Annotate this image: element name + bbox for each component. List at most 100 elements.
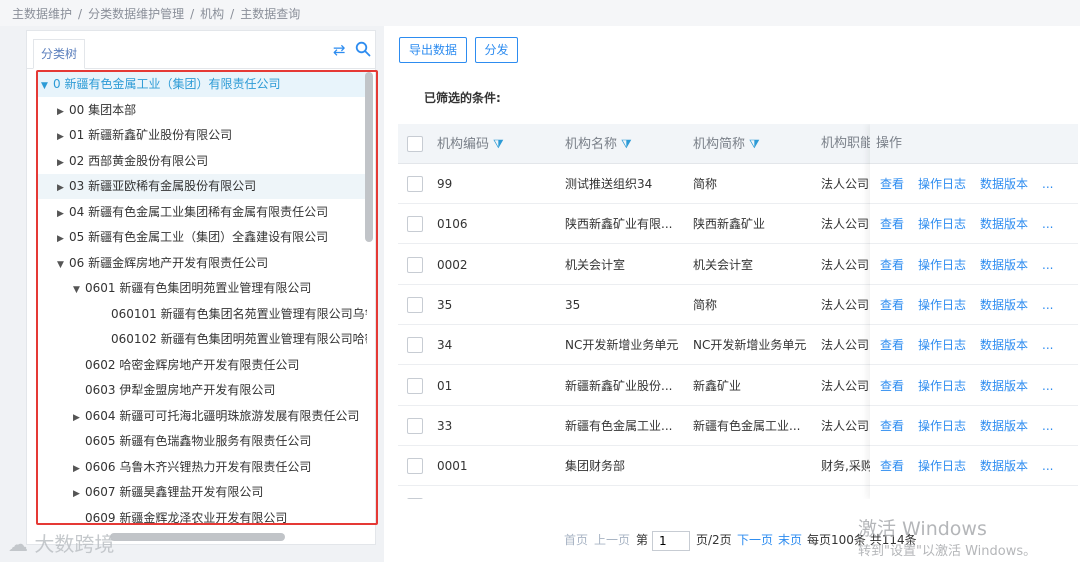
caret-down-icon[interactable]: ▼ — [41, 74, 53, 97]
row-checkbox[interactable] — [407, 498, 423, 499]
tree-node[interactable]: ▶ 04 新疆有色金属工业集团稀有金属有限责任公司 — [37, 200, 367, 225]
caret-down-icon[interactable]: ▼ — [73, 278, 85, 301]
data-version-link[interactable]: 数据版本 — [980, 325, 1028, 365]
search-icon[interactable] — [355, 41, 371, 57]
view-link[interactable]: 查看 — [880, 366, 904, 406]
header-short-name[interactable]: 机构简称 ⧩ — [693, 124, 813, 164]
caret-right-icon[interactable]: ▶ — [57, 176, 69, 199]
swap-icon[interactable]: ⇄ — [333, 42, 349, 58]
data-version-link[interactable]: 数据版本 — [980, 446, 1028, 486]
tree-node[interactable]: 0609 新疆金辉龙泽农业开发有限公司 — [37, 506, 367, 525]
breadcrumb-item[interactable]: 机构 — [200, 7, 224, 21]
view-link[interactable]: 查看 — [880, 486, 904, 499]
row-checkbox[interactable] — [407, 337, 423, 354]
tree-node[interactable]: 0602 哈密金辉房地产开发有限责任公司 — [37, 353, 367, 378]
data-version-link[interactable]: 数据版本 — [980, 245, 1028, 285]
data-version-link[interactable]: 数据版本 — [980, 204, 1028, 244]
breadcrumb-item[interactable]: 主数据维护 — [12, 7, 72, 21]
more-actions-link[interactable]: ... — [1042, 285, 1053, 325]
tree-node[interactable]: 060101 新疆有色集团名苑置业管理有限公司乌鲁 — [37, 302, 367, 327]
caret-right-icon[interactable]: ▶ — [73, 406, 85, 429]
view-link[interactable]: 查看 — [880, 245, 904, 285]
operation-log-link[interactable]: 操作日志 — [918, 486, 966, 499]
view-link[interactable]: 查看 — [880, 285, 904, 325]
tree-node[interactable]: ▶ 05 新疆有色金属工业（集团）全鑫建设有限公司 — [37, 225, 367, 250]
more-actions-link[interactable]: ... — [1042, 164, 1053, 204]
operation-log-link[interactable]: 操作日志 — [918, 285, 966, 325]
filter-icon[interactable]: ⧩ — [749, 137, 760, 151]
more-actions-link[interactable]: ... — [1042, 204, 1053, 244]
tree-node[interactable]: ▶ 01 新疆新鑫矿业股份有限公司 — [37, 123, 367, 148]
tree-node[interactable]: ▼ 0 新疆有色金属工业（集团）有限责任公司 — [37, 72, 367, 97]
data-version-link[interactable]: 数据版本 — [980, 285, 1028, 325]
operation-log-link[interactable]: 操作日志 — [918, 446, 966, 486]
view-link[interactable]: 查看 — [880, 164, 904, 204]
prev-page-link[interactable]: 上一页 — [594, 528, 630, 552]
row-checkbox[interactable] — [407, 417, 423, 434]
operation-log-link[interactable]: 操作日志 — [918, 245, 966, 285]
tree-node[interactable]: 0603 伊犁金盟房地产开发有限公司 — [37, 378, 367, 403]
row-checkbox[interactable] — [407, 176, 423, 192]
cell-code: 01 — [437, 378, 453, 393]
operation-log-link[interactable]: 操作日志 — [918, 164, 966, 204]
more-actions-link[interactable]: ... — [1042, 366, 1053, 406]
data-version-link[interactable]: 数据版本 — [980, 366, 1028, 406]
tree-node[interactable]: ▶ 0604 新疆可可托海北疆明珠旅游发展有限责任公司 — [37, 404, 367, 429]
caret-right-icon[interactable]: ▶ — [57, 227, 69, 250]
row-checkbox[interactable] — [407, 458, 423, 475]
more-actions-link[interactable]: ... — [1042, 325, 1053, 365]
tree-horizontal-scrollbar[interactable] — [110, 533, 285, 541]
view-link[interactable]: 查看 — [880, 204, 904, 244]
tree-node[interactable]: 060102 新疆有色集团明苑置业管理有限公司哈密 — [37, 327, 367, 352]
data-version-link[interactable]: 数据版本 — [980, 486, 1028, 499]
filter-icon[interactable]: ⧩ — [493, 137, 504, 151]
row-checkbox[interactable] — [407, 296, 423, 313]
breadcrumb-item[interactable]: 分类数据维护管理 — [88, 7, 184, 21]
tree-node[interactable]: ▶ 0606 乌鲁木齐兴锂热力开发有限责任公司 — [37, 455, 367, 480]
row-checkbox[interactable] — [407, 377, 423, 394]
cell-duty: 法人公司, — [821, 338, 871, 353]
tree-node[interactable]: ▶ 00 集团本部 — [37, 98, 367, 123]
data-version-link[interactable]: 数据版本 — [980, 406, 1028, 446]
more-actions-link[interactable]: ... — [1042, 406, 1053, 446]
operation-log-link[interactable]: 操作日志 — [918, 204, 966, 244]
operation-log-link[interactable]: 操作日志 — [918, 406, 966, 446]
caret-down-icon[interactable]: ▼ — [57, 253, 69, 276]
caret-right-icon[interactable]: ▶ — [57, 151, 69, 174]
distribute-button[interactable]: 分发 — [475, 37, 518, 63]
tree-vertical-scrollbar[interactable] — [365, 72, 373, 242]
more-actions-link[interactable]: ... — [1042, 446, 1053, 486]
next-page-link[interactable]: 下一页 — [737, 528, 773, 552]
caret-right-icon[interactable]: ▶ — [57, 100, 69, 123]
tree-node[interactable]: ▼ 0601 新疆有色集团明苑置业管理有限公司 — [37, 276, 367, 301]
operation-log-link[interactable]: 操作日志 — [918, 366, 966, 406]
caret-right-icon[interactable]: ▶ — [57, 125, 69, 148]
header-name[interactable]: 机构名称 ⧩ — [565, 124, 685, 164]
data-version-link[interactable]: 数据版本 — [980, 164, 1028, 204]
tree-node[interactable]: ▶ 0607 新疆昊鑫锂盐开发有限公司 — [37, 480, 367, 505]
tree-node[interactable]: ▼ 06 新疆金辉房地产开发有限责任公司 — [37, 251, 367, 276]
page-number-input[interactable] — [652, 531, 690, 551]
last-page-link[interactable]: 末页 — [778, 528, 802, 552]
row-checkbox[interactable] — [407, 256, 423, 273]
row-checkbox[interactable] — [407, 216, 423, 233]
select-all-checkbox[interactable] — [407, 136, 423, 152]
tree-node[interactable]: ▶ 03 新疆亚欧稀有金属股份有限公司 — [37, 174, 367, 199]
header-code[interactable]: 机构编码 ⧩ — [437, 124, 557, 164]
caret-right-icon[interactable]: ▶ — [57, 202, 69, 225]
more-actions-link[interactable]: ... — [1042, 245, 1053, 285]
operation-log-link[interactable]: 操作日志 — [918, 325, 966, 365]
export-data-button[interactable]: 导出数据 — [399, 37, 467, 63]
caret-right-icon[interactable]: ▶ — [73, 482, 85, 505]
more-actions-link[interactable]: ... — [1042, 486, 1053, 499]
header-duty[interactable]: 机构职能 — [821, 124, 871, 164]
first-page-link[interactable]: 首页 — [564, 528, 588, 552]
filter-icon[interactable]: ⧩ — [621, 137, 632, 151]
tree-node[interactable]: ▶ 02 西部黄金股份有限公司 — [37, 149, 367, 174]
caret-right-icon[interactable]: ▶ — [73, 457, 85, 480]
tab-classification-tree[interactable]: 分类树 — [33, 39, 85, 69]
view-link[interactable]: 查看 — [880, 325, 904, 365]
tree-node[interactable]: 0605 新疆有色瑞鑫物业服务有限责任公司 — [37, 429, 367, 454]
view-link[interactable]: 查看 — [880, 446, 904, 486]
view-link[interactable]: 查看 — [880, 406, 904, 446]
